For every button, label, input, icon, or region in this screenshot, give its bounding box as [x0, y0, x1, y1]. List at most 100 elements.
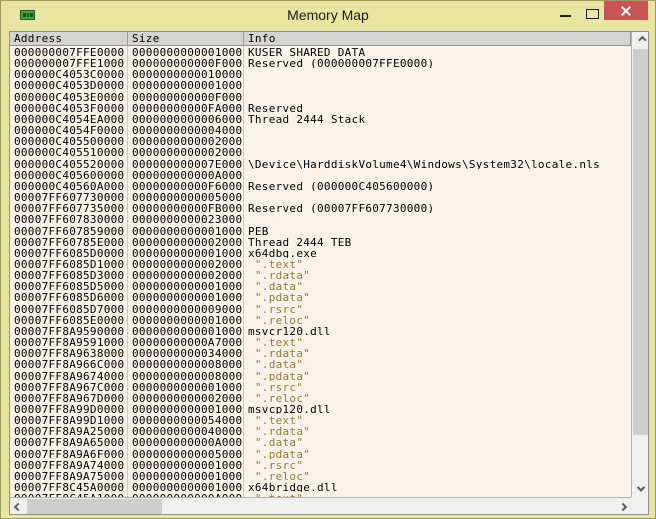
- address-cell: 000000C4054EA000: [10, 113, 128, 124]
- table-row[interactable]: 00007FF8A9A65000000000000000A000 ".data": [10, 436, 631, 447]
- info-cell: Reserved: [244, 102, 631, 113]
- table-row[interactable]: 00007FF6078590000000000000001000PEB: [10, 225, 631, 236]
- address-cell: 000000C4053C0000: [10, 68, 128, 79]
- vertical-scrollbar[interactable]: [631, 32, 648, 497]
- table-row[interactable]: 000000C405520000000000000007E000\Device\…: [10, 158, 631, 169]
- scroll-up-button[interactable]: [633, 32, 648, 48]
- table-row[interactable]: 00007FF6085D00000000000000001000x64dbg.e…: [10, 247, 631, 258]
- table-row[interactable]: 000000007FFE1000000000000000F000Reserved…: [10, 57, 631, 68]
- table-row[interactable]: 000000007FFE00000000000000001000KUSER_SH…: [10, 46, 631, 57]
- address-cell: 00007FF8C45A0000: [10, 481, 128, 492]
- info-cell: ".reloc": [244, 392, 631, 403]
- size-cell: 000000000000F000: [128, 57, 244, 68]
- size-cell: 0000000000054000: [128, 414, 244, 425]
- info-cell: ".text": [244, 336, 631, 347]
- table-row[interactable]: 00007FF8A967D0000000000000002000 ".reloc…: [10, 392, 631, 403]
- horizontal-scrollbar-thumb[interactable]: [27, 499, 162, 514]
- size-cell: 0000000000040000: [128, 425, 244, 436]
- table-row[interactable]: 00007FF8A96380000000000000034000 ".rdata…: [10, 347, 631, 358]
- info-cell: ".rsrc": [244, 303, 631, 314]
- table-row[interactable]: 000000C4053C00000000000000010000: [10, 68, 631, 79]
- vertical-scrollbar-thumb[interactable]: [633, 49, 648, 435]
- horizontal-scrollbar[interactable]: [10, 497, 631, 514]
- table-row[interactable]: 00007FF8A99D10000000000000054000 ".text": [10, 414, 631, 425]
- scroll-left-button[interactable]: [10, 499, 26, 514]
- table-row[interactable]: 00007FF6078300000000000000023000: [10, 213, 631, 224]
- size-cell: 000000000000A000: [128, 169, 244, 180]
- size-cell: 0000000000008000: [128, 370, 244, 381]
- column-header-size[interactable]: Size: [128, 32, 244, 45]
- address-cell: 00007FF6085D5000: [10, 280, 128, 291]
- table-row[interactable]: 00007FF6085D60000000000000001000 ".pdata…: [10, 291, 631, 302]
- table-row[interactable]: 000000C4054EA0000000000000006000Thread 2…: [10, 113, 631, 124]
- info-cell: msvcr120.dll: [244, 325, 631, 336]
- column-header-address[interactable]: Address: [10, 32, 128, 45]
- table-row[interactable]: 00007FF8A96740000000000000008000 ".pdata…: [10, 370, 631, 381]
- close-button[interactable]: [604, 1, 648, 20]
- table-row[interactable]: 00007FF8A966C0000000000000008000 ".data": [10, 358, 631, 369]
- size-cell: 00000000000FA000: [128, 102, 244, 113]
- address-cell: 00007FF6085D0000: [10, 247, 128, 258]
- titlebar[interactable]: Memory Map: [1, 1, 655, 31]
- address-cell: 00007FF8A9A75000: [10, 470, 128, 481]
- table-row[interactable]: 000000C4053D00000000000000001000: [10, 79, 631, 90]
- info-cell: Thread 2444 Stack: [244, 113, 631, 124]
- size-cell: 0000000000002000: [128, 146, 244, 157]
- size-cell: 0000000000001000: [128, 280, 244, 291]
- info-cell: ".reloc": [244, 470, 631, 481]
- info-cell: x64dbg.exe: [244, 247, 631, 258]
- table-row[interactable]: 00007FF8C45A00000000000000001000x64bridg…: [10, 481, 631, 492]
- table-row[interactable]: 00007FF8A9A6F0000000000000005000 ".pdata…: [10, 448, 631, 459]
- table-row[interactable]: 000000C405600000000000000000A000: [10, 169, 631, 180]
- table-row[interactable]: 00007FF60785E0000000000000002000Thread 2…: [10, 236, 631, 247]
- table-row[interactable]: 00007FF6077300000000000000005000: [10, 191, 631, 202]
- table-row[interactable]: 000000C4053E0000000000000000F000: [10, 91, 631, 102]
- table-row[interactable]: 000000C4053F000000000000000FA000Reserved: [10, 102, 631, 113]
- address-cell: 00007FF8A9A74000: [10, 459, 128, 470]
- table-row[interactable]: 00007FF8A9A250000000000000040000 ".rdata…: [10, 425, 631, 436]
- table-row[interactable]: 000000C4055000000000000000002000: [10, 135, 631, 146]
- table-row[interactable]: 00007FF6085D70000000000000009000 ".rsrc": [10, 303, 631, 314]
- size-cell: 000000000000A000: [128, 436, 244, 447]
- column-header-info[interactable]: Info: [244, 32, 631, 45]
- info-cell: msvcp120.dll: [244, 403, 631, 414]
- table-row[interactable]: 000000C4055100000000000000002000: [10, 146, 631, 157]
- info-cell: Reserved (00007FF607730000): [244, 202, 631, 213]
- address-cell: 00007FF8A9638000: [10, 347, 128, 358]
- size-cell: 0000000000002000: [128, 135, 244, 146]
- scroll-down-button[interactable]: [633, 481, 648, 497]
- minimize-button[interactable]: [560, 15, 571, 17]
- size-cell: 0000000000002000: [128, 258, 244, 269]
- table-row[interactable]: 00007FF60773500000000000000FB000Reserved…: [10, 202, 631, 213]
- info-cell: ".rsrc": [244, 459, 631, 470]
- memory-map-window: Memory Map Address Size Info 000000007FF…: [0, 0, 656, 519]
- table-row[interactable]: 00007FF6085D30000000000000002000 ".rdata…: [10, 269, 631, 280]
- table-row[interactable]: 00007FF8A99D00000000000000001000msvcp120…: [10, 403, 631, 414]
- table-row[interactable]: 00007FF6085E00000000000000001000 ".reloc…: [10, 314, 631, 325]
- info-cell: ".pdata": [244, 291, 631, 302]
- table-row[interactable]: 00007FF8A967C0000000000000001000 ".rsrc": [10, 381, 631, 392]
- info-cell: ".rsrc": [244, 381, 631, 392]
- size-cell: 0000000000001000: [128, 225, 244, 236]
- table-row[interactable]: 00007FF8A9A750000000000000001000 ".reloc…: [10, 470, 631, 481]
- maximize-button[interactable]: [586, 9, 599, 19]
- chevron-left-icon: [14, 502, 22, 510]
- address-cell: 00007FF6085D6000: [10, 291, 128, 302]
- table-row[interactable]: 00007FF8A9A740000000000000001000 ".rsrc": [10, 459, 631, 470]
- window-title: Memory Map: [1, 1, 655, 31]
- scroll-right-button[interactable]: [615, 499, 631, 514]
- table-row[interactable]: 00007FF6085D50000000000000001000 ".data": [10, 280, 631, 291]
- table-row[interactable]: 00007FF8A95900000000000000001000msvcr120…: [10, 325, 631, 336]
- info-cell: [244, 91, 631, 102]
- close-icon: [620, 5, 632, 17]
- address-cell: 000000C405510000: [10, 146, 128, 157]
- address-cell: 00007FF8A99D0000: [10, 403, 128, 414]
- table-row[interactable]: 000000C4054F00000000000000004000: [10, 124, 631, 135]
- info-cell: PEB: [244, 225, 631, 236]
- address-cell: 00007FF8A9A65000: [10, 436, 128, 447]
- address-cell: 000000C4054F0000: [10, 124, 128, 135]
- memory-map-client: Address Size Info 000000007FFE0000000000…: [9, 31, 649, 515]
- table-row[interactable]: 00007FF6085D10000000000000002000 ".text": [10, 258, 631, 269]
- table-row[interactable]: 00007FF8A959100000000000000A7000 ".text": [10, 336, 631, 347]
- table-row[interactable]: 000000C40560A00000000000000F6000Reserved…: [10, 180, 631, 191]
